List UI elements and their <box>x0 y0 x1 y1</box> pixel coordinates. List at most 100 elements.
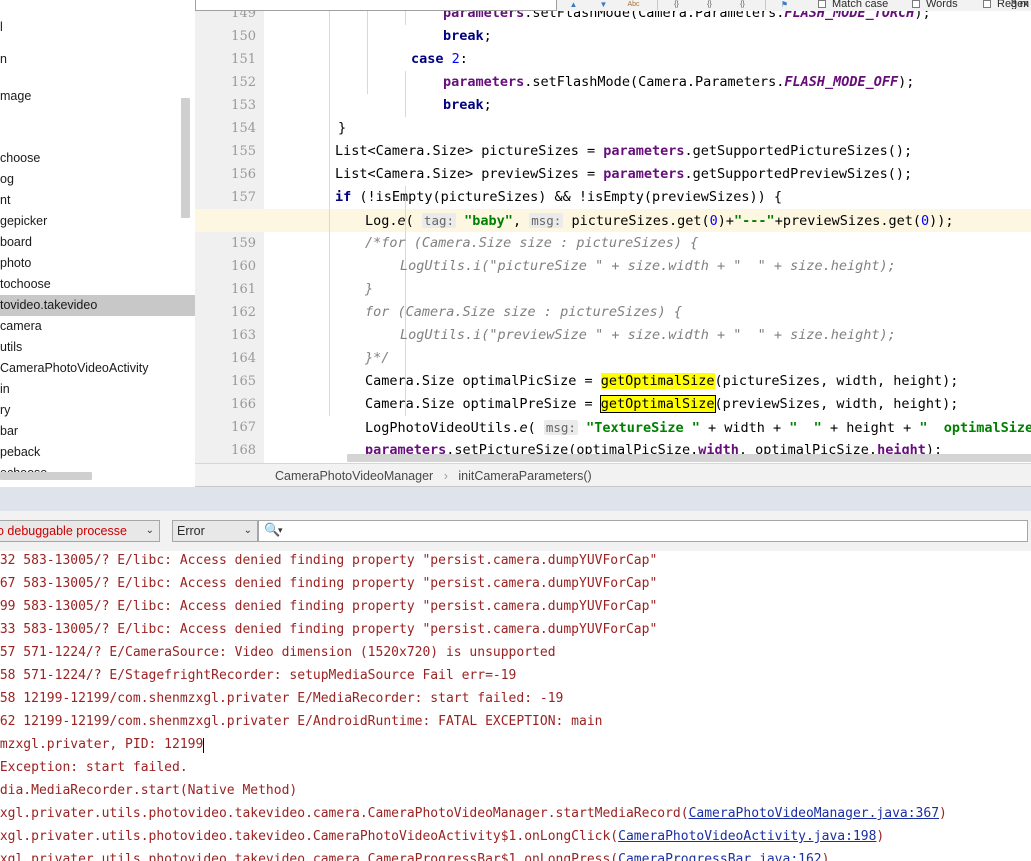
words-checkbox[interactable] <box>912 0 920 8</box>
log-line-with-caret[interactable]: nmzxgl.privater, PID: 12199 <box>0 733 205 756</box>
sidebar-item-5[interactable]: nt <box>0 190 195 211</box>
line-number: 153 <box>231 98 256 113</box>
sidebar-item-17[interactable]: peback <box>0 442 195 463</box>
chevron-down-icon[interactable]: ▾ <box>278 525 283 536</box>
code-line-156[interactable]: List<Camera.Size> previewSizes = paramet… <box>305 163 1031 186</box>
log-level-value: Error <box>177 524 205 538</box>
code-line-167[interactable]: LogPhotoVideoUtils.e( msg: "TextureSize … <box>305 416 1031 439</box>
down-arrow-icon[interactable]: ▼ <box>597 0 610 9</box>
find-input[interactable] <box>195 0 557 11</box>
log-line: 299 583-13005/? E/libc: Access denied fi… <box>0 599 658 614</box>
up-arrow-icon[interactable]: ▲ <box>567 0 580 9</box>
breadcrumb[interactable]: CameraPhotoVideoManager › initCameraPara… <box>195 463 1031 487</box>
code-line-166[interactable]: Camera.Size optimalPreSize = getOptimalS… <box>305 393 1031 416</box>
code-line-165[interactable]: Camera.Size optimalPicSize = getOptimalS… <box>305 370 1031 393</box>
code-editor[interactable]: 149 150 151 152 153 154 155 156 157 158 … <box>195 11 1031 463</box>
code-line-152[interactable]: parameters.setFlashMode(Camera.Parameter… <box>305 71 1031 94</box>
log-line: 358 12199-12199/com.shenmzxgl.privater E… <box>0 691 564 706</box>
code-line-149[interactable]: parameters.setFlashMode(Camera.Parameter… <box>305 11 1031 25</box>
code-line-159[interactable]: /*for (Camera.Size size : pictureSizes) … <box>305 232 1031 255</box>
abc-icon[interactable]: Abc <box>627 0 640 9</box>
log-line: eException: start failed. <box>0 760 188 775</box>
line-number: 154 <box>231 121 256 136</box>
sidebar-item-3[interactable]: choose <box>0 148 195 169</box>
match-case-checkbox[interactable] <box>818 0 826 8</box>
sidebar-item-utils[interactable]: utils <box>0 337 195 358</box>
code-line-154[interactable]: } <box>305 117 1031 140</box>
brace-icon-1[interactable]: {} <box>670 0 683 9</box>
code-line-158[interactable]: Log.e( tag: "baby", msg: pictureSizes.ge… <box>305 209 1031 232</box>
chevron-right-icon: › <box>443 469 448 483</box>
code-line-150[interactable]: break; <box>305 25 1031 48</box>
editor-text-area[interactable]: parameters.setFlashMode(Camera.Parameter… <box>195 11 1031 463</box>
code-line-155[interactable]: List<Camera.Size> pictureSizes = paramet… <box>305 140 1031 163</box>
process-selector[interactable]: o debuggable processe ⌄ <box>0 520 160 542</box>
line-number: 151 <box>231 52 256 67</box>
logcat-output[interactable]: 232 583-13005/? E/libc: Access denied fi… <box>0 551 1031 861</box>
log-line-suffix: ) <box>939 806 947 821</box>
code-line-151[interactable]: case 2: <box>305 48 1031 71</box>
sidebar-item-4[interactable]: og <box>0 169 195 190</box>
line-number: 157 <box>231 190 256 205</box>
match-case-label: Match case <box>832 0 889 9</box>
code-line-157[interactable]: if (!isEmpty(pictureSizes) && !isEmpty(p… <box>305 186 1031 209</box>
code-line-160[interactable]: LogUtils.i("pictureSize " + size.width +… <box>305 255 1031 278</box>
stacktrace-link[interactable]: CameraPhotoVideoActivity.java:198 <box>618 829 876 844</box>
find-result-count: 3 m <box>1010 0 1029 10</box>
line-number: 163 <box>231 328 256 343</box>
sidebar-item-9[interactable]: tochoose <box>0 274 195 295</box>
line-number: 159 <box>231 236 256 251</box>
brace-icon-3[interactable]: {} <box>736 0 749 9</box>
sidebar-item-camera-photo-video-activity[interactable]: CameraPhotoVideoActivity <box>0 358 195 379</box>
log-line-link-row: zxgl.privater.utils.photovideo.takevideo… <box>0 825 884 848</box>
log-line-text: zxgl.privater.utils.photovideo.takevideo… <box>0 806 689 821</box>
line-number: 155 <box>231 144 256 159</box>
brace-icon-2[interactable]: {} <box>703 0 716 9</box>
sidebar-item-14[interactable]: in <box>0 379 195 400</box>
breadcrumb-method[interactable]: initCameraParameters() <box>458 469 591 483</box>
panel-divider[interactable] <box>0 487 1031 511</box>
line-number: 168 <box>231 443 256 458</box>
breadcrumb-class[interactable]: CameraPhotoVideoManager <box>275 469 433 483</box>
sidebar-item-takevideo[interactable]: tovideo.takevideo <box>0 295 195 316</box>
filter-icon[interactable]: ⚑ <box>778 0 791 9</box>
log-line-suffix: ) <box>821 852 830 861</box>
code-line-162[interactable]: for (Camera.Size size : pictureSizes) { <box>305 301 1031 324</box>
chevron-down-icon: ⌄ <box>243 525 252 536</box>
logcat-toolbar: o debuggable processe ⌄ Error ⌄ 🔍 ▾ <box>0 511 1031 552</box>
sidebar-item-1[interactable]: n <box>0 49 195 70</box>
sidebar-item-6[interactable]: gepicker <box>0 211 195 232</box>
sidebar-item-camera[interactable]: camera <box>0 316 195 337</box>
code-line-163[interactable]: LogUtils.i("previewSize " + size.width +… <box>305 324 1031 347</box>
log-line-link-row: zxgl.privater.utils.photovideo.takevideo… <box>0 848 829 861</box>
sidebar-item-15[interactable]: ry <box>0 400 195 421</box>
regex-checkbox[interactable] <box>983 0 991 8</box>
log-line: 362 12199-12199/com.shenmzxgl.privater E… <box>0 714 603 729</box>
editor-horizontal-scrollbar[interactable] <box>347 454 1031 462</box>
log-line: 357 571-1224/? E/CameraSource: Video dim… <box>0 645 556 660</box>
editor-gutter[interactable]: 149 150 151 152 153 154 155 156 157 158 … <box>195 11 265 463</box>
chevron-down-icon: ⌄ <box>145 525 154 536</box>
sidebar-item-7[interactable]: board <box>0 232 195 253</box>
project-tree[interactable]: l n mage choose og nt gepicker board pho… <box>0 0 195 487</box>
editor-fold-column[interactable] <box>264 11 305 463</box>
sidebar-item-0[interactable]: l <box>0 17 195 38</box>
log-line: 358 571-1224/? E/StagefrightRecorder: se… <box>0 668 517 683</box>
log-level-selector[interactable]: Error ⌄ <box>172 520 258 542</box>
log-line-suffix: ) <box>876 829 885 844</box>
sidebar-item-16[interactable]: bar <box>0 421 195 442</box>
code-line-161[interactable]: } <box>305 278 1031 301</box>
sidebar-item-8[interactable]: photo <box>0 253 195 274</box>
logcat-search-input[interactable]: 🔍 ▾ <box>258 520 1028 542</box>
code-line-153[interactable]: break; <box>305 94 1031 117</box>
stacktrace-link[interactable]: CameraProgressBar.java:162 <box>618 852 822 861</box>
code-line-164[interactable]: }*/ <box>305 347 1031 370</box>
line-number: 156 <box>231 167 256 182</box>
search-match-highlight-current: getOptimalSize <box>599 395 716 413</box>
stacktrace-link[interactable]: CameraPhotoVideoManager.java:367 <box>689 806 939 821</box>
sidebar-vertical-scrollbar[interactable] <box>181 98 190 218</box>
process-selector-value: o debuggable processe <box>0 524 127 538</box>
sidebar-horizontal-scrollbar[interactable] <box>0 472 92 480</box>
line-number: 150 <box>231 29 256 44</box>
sidebar-item-2[interactable]: mage <box>0 86 195 107</box>
